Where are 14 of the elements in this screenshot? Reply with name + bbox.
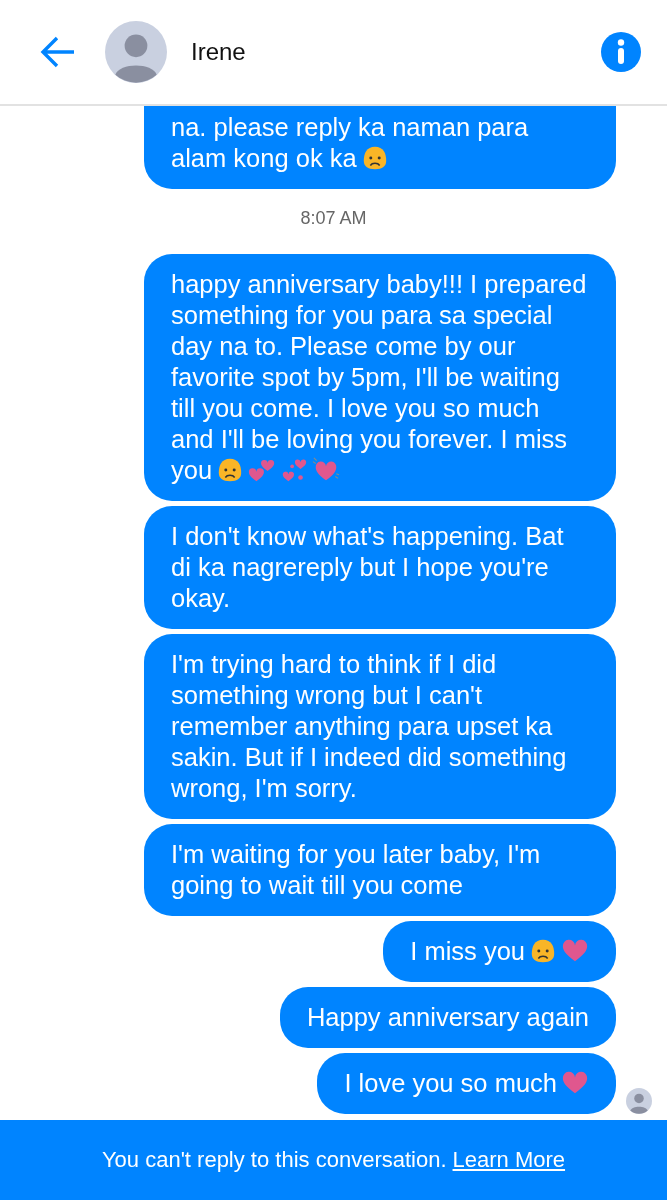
message-bubble: I love you so much: [317, 1053, 616, 1114]
message-bubble: Happy anniversary again: [279, 987, 616, 1048]
learn-more-link[interactable]: Learn More: [452, 1147, 566, 1173]
message-bubble: na. please reply ka naman para alam kong ok ka: [144, 106, 616, 189]
contact-name: Irene: [191, 38, 247, 66]
message-bubble: I don't know what's happening. Bat di ka nagrereply but I hope you're okay.: [144, 506, 616, 629]
avatar-icon: [105, 21, 167, 83]
message-bubble: I miss you: [383, 921, 616, 982]
message-bubble: I'm trying hard to think if I did something wrong but I can't remember anything para upset ka sakin. But if I indeed did something wrong, I'm sorry.: [144, 634, 616, 819]
message-bubble: happy anniversary baby!!! I prepared something for you para sa special day na to. Please come by our favorite spot by 5pm, I'll be waiting till you come. I love you so much and I'll be loving you forever. I miss you: [144, 254, 616, 501]
message-bubble: I'm waiting for you later baby, I'm going to wait till you come: [144, 824, 616, 916]
notice-text: You can't reply to this conversation.: [101, 1147, 447, 1173]
timestamp: 8:07 AM: [299, 207, 368, 230]
info-icon[interactable]: [601, 32, 641, 72]
